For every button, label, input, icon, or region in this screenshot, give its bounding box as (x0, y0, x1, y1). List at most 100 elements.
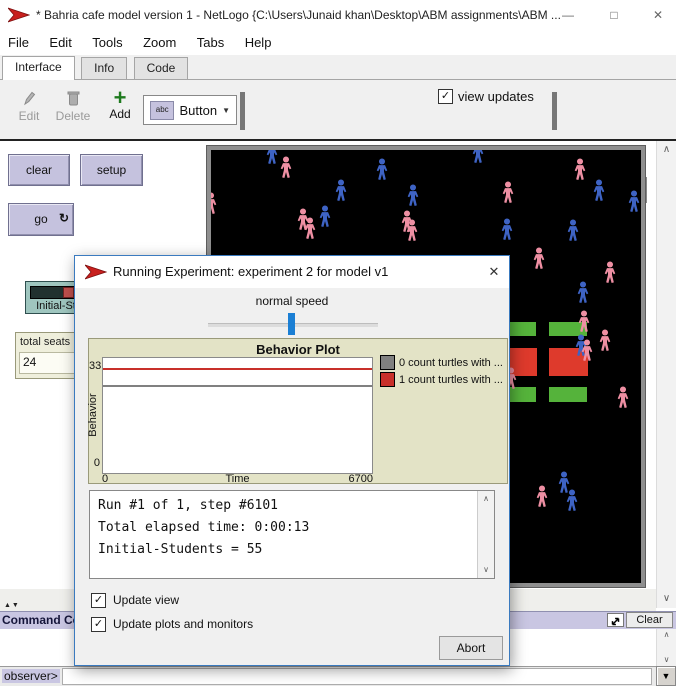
turtle-person-blue (626, 190, 642, 213)
turtle-person-pink (404, 219, 420, 242)
scroll-down-icon[interactable]: ∨ (657, 592, 676, 606)
clear-button[interactable]: clear (8, 154, 70, 186)
setup-button[interactable]: setup (80, 154, 143, 186)
command-prompt-bar: observer> (0, 666, 676, 686)
menu-zoom[interactable]: Zoom (135, 30, 184, 55)
dropdown-arrow-icon: ▼ (662, 671, 671, 681)
menu-file[interactable]: File (0, 30, 37, 55)
legend-item: 1 count turtles with ... (380, 371, 508, 388)
abort-button[interactable]: Abort (439, 636, 503, 660)
command-center-splitter-icon[interactable]: ▲▼ (4, 602, 20, 609)
update-view-row: ✓ Update view (91, 592, 491, 608)
add-widget-button[interactable]: + Add (102, 89, 138, 121)
go-button[interactable]: go ↻ (8, 203, 74, 236)
legend-item: 0 count turtles with ... (380, 354, 508, 371)
turtle-person-blue (565, 219, 581, 242)
turtle-person-pink (531, 247, 547, 270)
tab-bar: Interface Info Code (0, 55, 676, 80)
dialog-title-bar[interactable]: Running Experiment: experiment 2 for mod… (75, 256, 509, 288)
observer-prompt-label: observer> (2, 669, 60, 683)
experiment-output-text: Run #1 of 1, step #6101Total elapsed tim… (90, 491, 477, 578)
legend-swatch (380, 372, 395, 387)
command-center-resize-button[interactable] (607, 613, 624, 627)
turtle-person-blue (499, 218, 515, 241)
patch-green (549, 387, 587, 402)
trash-icon (67, 90, 80, 106)
pencil-icon (22, 90, 36, 106)
scroll-down-icon[interactable]: ∨ (657, 654, 676, 666)
behavior-plot: Behavior Plot 33 0 Behavior 0 Time 6700 … (88, 338, 508, 484)
turtle-person-pink (534, 485, 550, 508)
turtle-person-blue (333, 179, 349, 202)
turtle-person-pink (500, 181, 516, 204)
scroll-up-icon[interactable]: ∧ (657, 143, 676, 157)
delete-widget-button[interactable]: Delete (50, 90, 96, 123)
tab-info[interactable]: Info (81, 57, 127, 79)
menu-bar: File Edit Tools Zoom Tabs Help (0, 30, 676, 55)
monitor-label: total seats (20, 336, 70, 348)
check-icon: ✓ (441, 90, 450, 102)
turtle-person-blue (374, 158, 390, 181)
turtle-person-blue (317, 205, 333, 228)
command-input[interactable] (62, 668, 652, 685)
maximize-button[interactable]: □ (598, 0, 630, 30)
delete-label: Delete (50, 109, 96, 123)
menu-tabs[interactable]: Tabs (189, 30, 232, 55)
plot-legend: 0 count turtles with ... 1 count turtles … (380, 354, 508, 388)
plot-line (103, 368, 372, 370)
main-vertical-scrollbar[interactable]: ∧ ∨ (656, 141, 676, 608)
y-axis-tick-max: 33 (89, 360, 100, 372)
netlogo-logo-icon (8, 7, 30, 23)
turtle-person-blue (591, 179, 607, 202)
patch-green (510, 322, 536, 336)
scroll-down-icon[interactable]: ∨ (478, 564, 494, 576)
agent-context-dropdown[interactable]: ▼ (656, 666, 676, 686)
dialog-close-button[interactable]: ✕ (479, 256, 509, 288)
update-view-checkbox[interactable]: ✓ (91, 593, 106, 608)
view-updates-label: view updates (458, 89, 534, 104)
button-widget-icon: abc (150, 101, 174, 120)
turtle-person-blue (405, 184, 421, 207)
dialog-title: Running Experiment: experiment 2 for mod… (113, 256, 388, 288)
dialog-speed-handle[interactable] (288, 313, 295, 335)
slider-handle[interactable] (63, 287, 74, 298)
command-center-clear-button[interactable]: Clear (626, 612, 673, 628)
running-experiment-dialog: Running Experiment: experiment 2 for mod… (74, 255, 510, 666)
command-output-scrollbar[interactable]: ∧ ∨ (656, 629, 676, 666)
y-axis-tick-min: 0 (91, 457, 100, 469)
close-button[interactable]: ✕ (642, 0, 674, 30)
minimize-button[interactable]: — (552, 0, 584, 30)
edit-widget-button[interactable]: Edit (10, 90, 48, 123)
output-line: Initial-Students = 55 (98, 539, 469, 561)
menu-edit[interactable]: Edit (41, 30, 79, 55)
turtle-person-pink (615, 386, 631, 409)
tab-interface[interactable]: Interface (2, 56, 75, 80)
add-label: Add (102, 107, 138, 121)
edit-label: Edit (10, 109, 48, 123)
experiment-output-box[interactable]: Run #1 of 1, step #6101Total elapsed tim… (89, 490, 495, 579)
update-plots-row: ✓ Update plots and monitors (91, 616, 491, 632)
tab-code[interactable]: Code (134, 57, 189, 79)
widget-type-dropdown[interactable]: abc Button ▼ (143, 95, 237, 125)
output-scrollbar[interactable]: ∧ ∨ (477, 491, 494, 578)
toolbar-separator (240, 92, 245, 130)
check-icon: ✓ (94, 618, 103, 630)
output-line: Run #1 of 1, step #6101 (98, 495, 469, 517)
update-plots-checkbox[interactable]: ✓ (91, 617, 106, 632)
toolbar-separator (552, 92, 557, 130)
window-title: * Bahria cafe model version 1 - NetLogo … (36, 0, 561, 30)
turtle-person-blue (470, 146, 486, 164)
turtle-person-pink (302, 217, 318, 240)
plot-area (102, 357, 373, 474)
legend-label: 0 count turtles with ... (399, 357, 503, 369)
scroll-up-icon[interactable]: ∧ (478, 493, 494, 505)
turtle-person-pink (576, 310, 592, 333)
scroll-up-icon[interactable]: ∧ (657, 629, 676, 641)
view-updates-checkbox[interactable]: ✓ (438, 89, 453, 104)
legend-swatch (380, 355, 395, 370)
check-icon: ✓ (94, 594, 103, 606)
widget-type-value: Button (179, 103, 217, 118)
turtle-person-blue (564, 489, 580, 512)
menu-tools[interactable]: Tools (84, 30, 130, 55)
menu-help[interactable]: Help (237, 30, 280, 55)
